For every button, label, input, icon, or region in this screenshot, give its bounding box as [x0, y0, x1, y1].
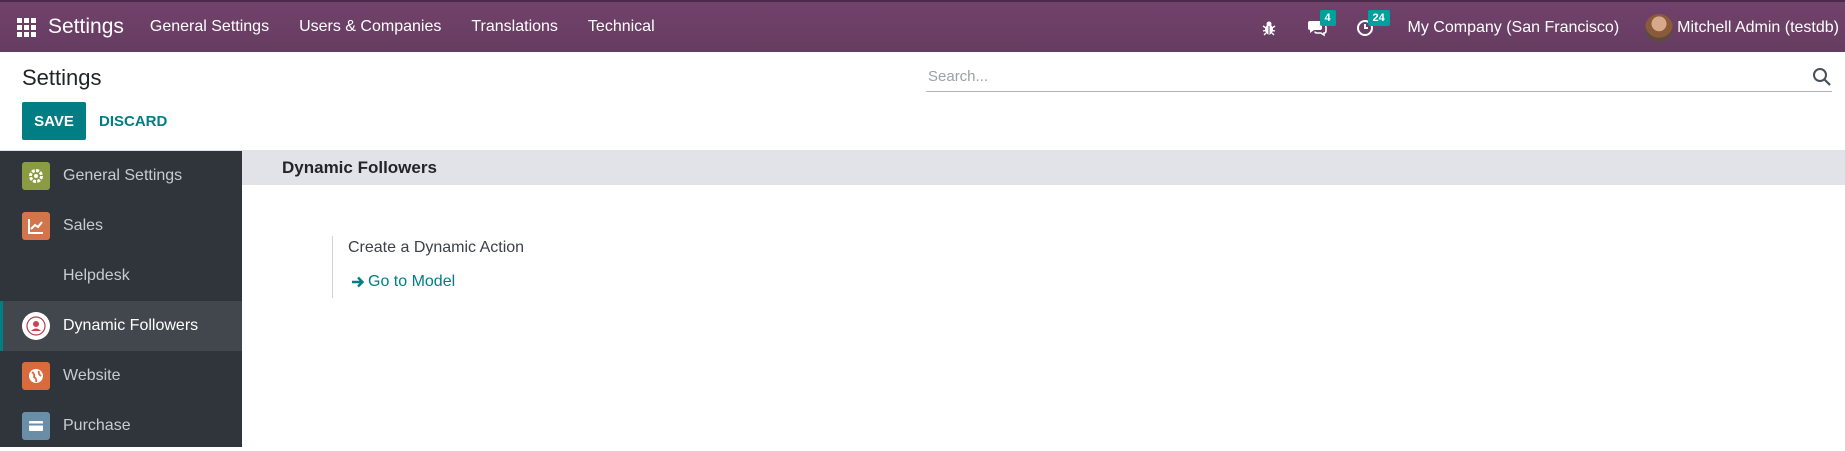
- gear-icon: [22, 162, 50, 190]
- sidebar-item-label: General Settings: [63, 167, 183, 184]
- company-switcher[interactable]: My Company (San Francisco): [1408, 19, 1620, 37]
- sidebar-item-helpdesk[interactable]: Helpdesk: [0, 251, 242, 301]
- chart-icon: [22, 212, 50, 240]
- sidebar-item-label: Website: [63, 367, 121, 384]
- go-to-model-link[interactable]: Go to Model: [348, 273, 524, 291]
- setting-label: Create a Dynamic Action: [348, 239, 525, 256]
- user-menu[interactable]: Mitchell Admin (testdb): [1645, 14, 1839, 42]
- menu-technical[interactable]: Technical: [588, 18, 655, 36]
- debug-bug-icon[interactable]: [1256, 15, 1282, 41]
- sidebar-item-general-settings[interactable]: General Settings: [0, 151, 242, 201]
- search-bar: [926, 62, 1832, 92]
- go-to-model-label: Go to Model: [368, 273, 456, 290]
- sidebar-item-website[interactable]: Website: [0, 351, 242, 401]
- activities-count-badge: 24: [1367, 10, 1390, 26]
- page-title: Settings: [22, 65, 102, 90]
- activities-clock-icon[interactable]: 24: [1352, 10, 1390, 41]
- settings-sidebar: General Settings Sales Helpdesk Dynamic …: [0, 151, 242, 447]
- section-title: Dynamic Followers: [242, 151, 1845, 185]
- sidebar-item-sales[interactable]: Sales: [0, 201, 242, 251]
- menu-users-companies[interactable]: Users & Companies: [299, 18, 441, 36]
- settings-content: Dynamic Followers Create a Dynamic Actio…: [242, 151, 1845, 447]
- menu-translations[interactable]: Translations: [471, 18, 558, 36]
- menu-general-settings[interactable]: General Settings: [150, 18, 269, 36]
- messages-chat-icon[interactable]: 4: [1304, 10, 1336, 41]
- search-icon[interactable]: [1812, 67, 1832, 87]
- card-icon: [22, 412, 50, 440]
- arrow-right-icon: [352, 276, 365, 288]
- user-avatar: [1645, 14, 1674, 42]
- user-name: Mitchell Admin (testdb): [1677, 19, 1839, 36]
- control-panel: Settings SAVE DISCARD: [0, 52, 1845, 151]
- discard-button[interactable]: DISCARD: [99, 102, 167, 140]
- apps-menu-icon[interactable]: [0, 1, 52, 53]
- app-brand[interactable]: Settings: [48, 15, 124, 39]
- sidebar-item-label: Helpdesk: [63, 267, 130, 284]
- save-button[interactable]: SAVE: [22, 102, 86, 140]
- search-input[interactable]: [926, 62, 1786, 90]
- setting-box: Create a Dynamic Action Go to Model: [332, 236, 524, 298]
- globe-icon: [22, 362, 50, 390]
- sidebar-item-purchase[interactable]: Purchase: [0, 401, 242, 451]
- sidebar-item-label: Sales: [63, 217, 104, 234]
- messages-count-badge: 4: [1319, 10, 1336, 26]
- sidebar-item-dynamic-followers[interactable]: Dynamic Followers: [0, 301, 242, 351]
- sidebar-item-label: Dynamic Followers: [63, 317, 199, 334]
- followers-icon: [22, 312, 50, 340]
- sidebar-item-label: Purchase: [63, 417, 131, 434]
- top-navbar: Settings General Settings Users & Compan…: [0, 0, 1845, 52]
